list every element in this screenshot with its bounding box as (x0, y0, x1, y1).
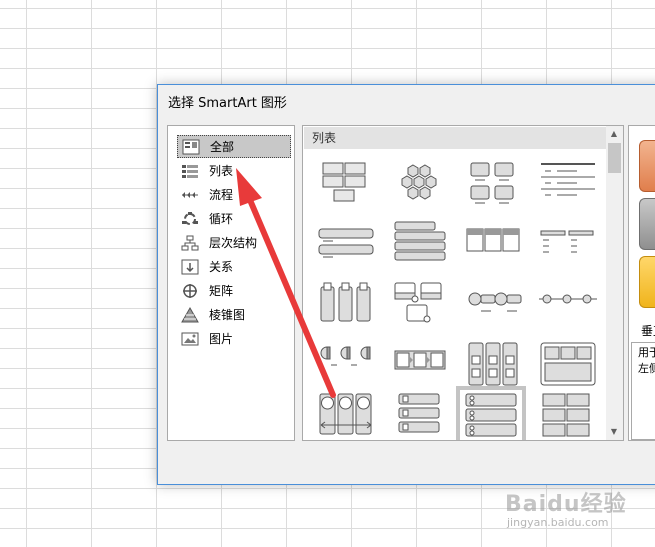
layout-thumbnail[interactable] (537, 159, 599, 211)
scroll-down-arrow-icon[interactable]: ▼ (609, 427, 619, 437)
preview-block-gray (639, 198, 655, 250)
layout-thumbnail[interactable] (315, 219, 377, 271)
layout-thumbnail[interactable] (389, 219, 451, 271)
layout-thumbnail[interactable] (537, 339, 599, 391)
layout-gallery: 列表 ▲ ▼ (302, 125, 624, 441)
preview-description-text: 用于 左侧 (638, 346, 655, 375)
matrix-icon (181, 283, 199, 299)
layout-thumbnail[interactable] (463, 339, 525, 391)
layout-thumbnail[interactable] (389, 390, 451, 440)
watermark-logo: Baidu经验 (505, 492, 627, 517)
category-label: 循环 (209, 212, 234, 226)
process-icon (181, 187, 199, 203)
category-label: 全部 (210, 140, 235, 154)
category-item-hierarchy[interactable]: 层次结构 (177, 231, 291, 254)
layout-thumbnail[interactable] (315, 159, 377, 211)
category-label: 矩阵 (209, 284, 234, 298)
layout-thumbnail[interactable] (315, 339, 377, 391)
layout-thumbnail[interactable] (537, 279, 599, 331)
layout-thumbnail[interactable] (389, 279, 451, 331)
scroll-thumb[interactable] (608, 143, 621, 173)
preview-panel: 垂直 用于 左侧 (628, 125, 655, 441)
gallery-header: 列表 (304, 127, 607, 149)
category-item-relationship[interactable]: 关系 (177, 255, 291, 278)
category-label: 关系 (209, 260, 234, 274)
layout-thumbnail[interactable] (463, 219, 525, 271)
category-label: 层次结构 (209, 236, 258, 250)
picture-icon (181, 331, 199, 347)
layout-thumbnail[interactable] (537, 390, 599, 440)
preview-description: 用于 左侧 (631, 342, 655, 440)
all-icon (182, 139, 200, 155)
category-item-process[interactable]: 流程 (177, 183, 291, 206)
gallery-scrollbar[interactable]: ▲ ▼ (606, 126, 623, 440)
category-label: 图片 (209, 332, 234, 346)
preview-block-orange (639, 140, 655, 192)
relationship-icon (181, 259, 199, 275)
preview-block-yellow (639, 256, 655, 308)
layout-thumbnail[interactable] (537, 219, 599, 271)
smartart-dialog: 选择 SmartArt 图形 全部 列表 流程 循环 层次结构 关系 矩阵 棱锥… (157, 84, 655, 485)
category-item-pyramid[interactable]: 棱锥图 (177, 303, 291, 326)
layout-thumbnail[interactable] (315, 279, 377, 331)
scroll-up-arrow-icon[interactable]: ▲ (609, 129, 619, 139)
baidu-watermark: Baidu经验 jingyan.baidu.com (505, 486, 650, 542)
cycle-icon (181, 211, 199, 227)
pyramid-icon (181, 306, 199, 323)
layout-thumbnail[interactable] (389, 339, 451, 391)
category-label: 棱锥图 (209, 308, 246, 322)
layout-thumbnail[interactable] (463, 279, 525, 331)
category-label: 列表 (209, 164, 234, 178)
layout-thumbnail-selected[interactable] (456, 386, 526, 440)
category-item-cycle[interactable]: 循环 (177, 207, 291, 230)
category-item-all[interactable]: 全部 (177, 135, 291, 158)
preview-layout-name: 垂直 (641, 324, 655, 338)
category-list: 全部 列表 流程 循环 层次结构 关系 矩阵 棱锥图 图片 (167, 125, 295, 441)
dialog-title: 选择 SmartArt 图形 (168, 96, 287, 111)
category-item-matrix[interactable]: 矩阵 (177, 279, 291, 302)
category-label: 流程 (209, 188, 234, 202)
watermark-url: jingyan.baidu.com (507, 516, 609, 529)
hierarchy-icon (181, 235, 199, 251)
category-item-list[interactable]: 列表 (177, 159, 291, 182)
list-icon (181, 163, 199, 179)
layout-thumbnail[interactable] (389, 159, 451, 211)
layout-thumbnail[interactable] (463, 159, 525, 211)
category-item-picture[interactable]: 图片 (177, 327, 291, 350)
layout-thumbnail[interactable] (315, 390, 377, 440)
